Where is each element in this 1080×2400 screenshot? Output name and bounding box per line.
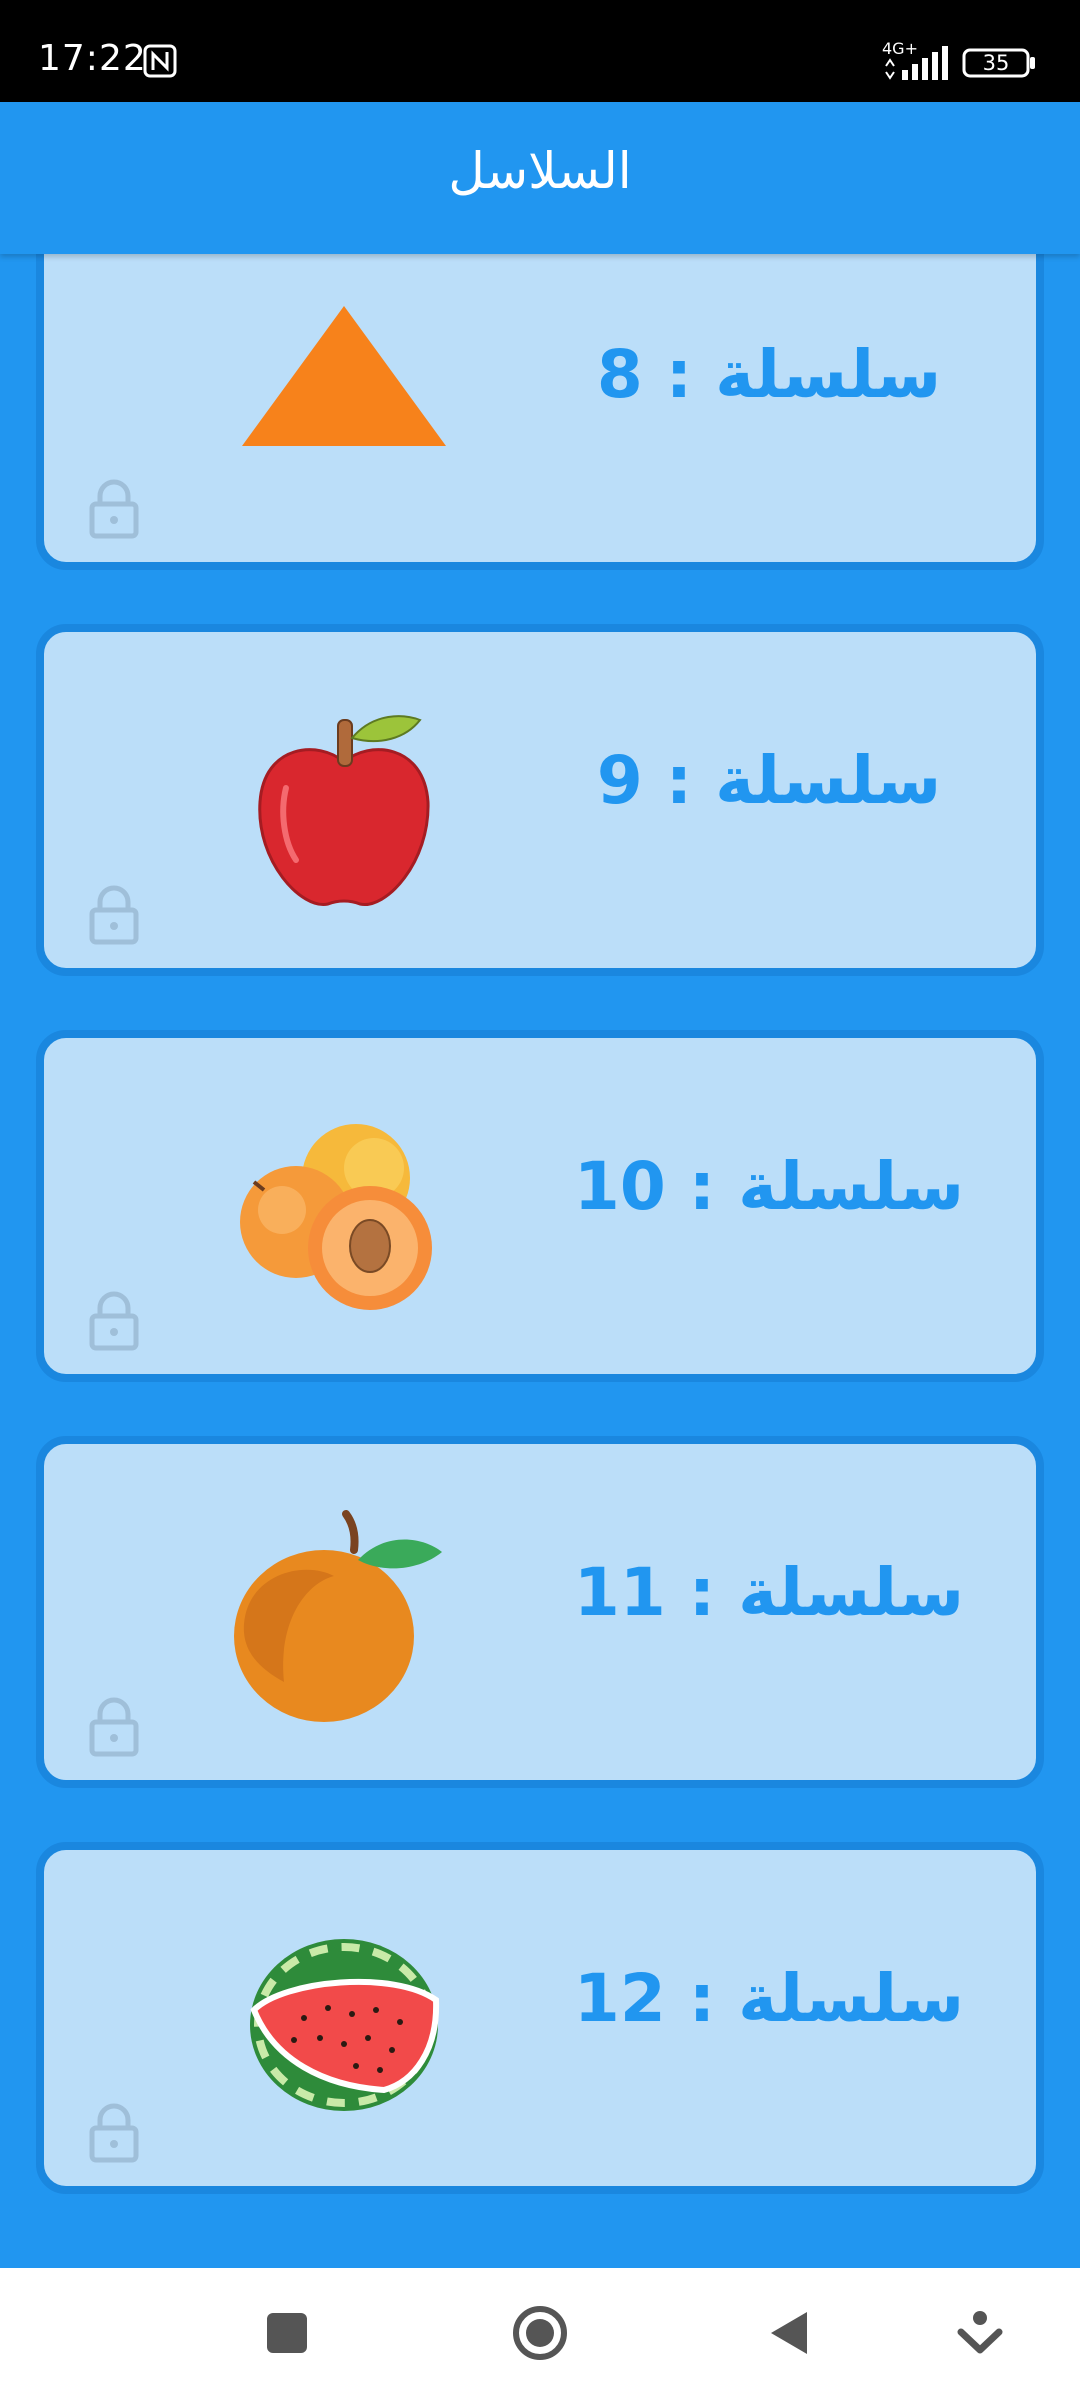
triangle-image (242, 306, 446, 446)
lock-icon (89, 1291, 139, 1351)
nfc-icon (143, 44, 177, 78)
series-label: سلسلة : 10 (573, 1148, 965, 1225)
app-bar: السلاسل (0, 102, 1080, 254)
status-bar: 17:22 4G+ 35 (0, 0, 1080, 102)
series-label: سلسلة : 11 (573, 1554, 965, 1631)
watermelon-image (250, 1939, 440, 2111)
lock-icon (89, 885, 139, 945)
series-label: سلسلة : 9 (596, 742, 942, 819)
home-circle-icon[interactable] (505, 2298, 575, 2368)
series-label: سلسلة : 12 (573, 1960, 965, 2037)
signal-icon: 4G+ (882, 39, 948, 80)
status-time: 17:22 (38, 38, 147, 79)
series-card-8[interactable]: سلسلة : 8 (36, 254, 1044, 570)
network-type: 4G+ (882, 39, 918, 58)
navigation-bar (0, 2268, 1080, 2400)
lock-icon (89, 2103, 139, 2163)
assistant-icon[interactable] (945, 2298, 1015, 2368)
lock-icon (89, 479, 139, 539)
battery-level: 35 (982, 51, 1010, 75)
series-card-12[interactable]: سلسلة : 12 (36, 1842, 1044, 2194)
lock-icon (89, 1697, 139, 1757)
series-label: سلسلة : 8 (596, 336, 942, 413)
orange-image (234, 1510, 442, 1722)
series-card-9[interactable]: سلسلة : 9 (36, 624, 1044, 976)
series-list[interactable]: سلسلة : 8 سلسلة : 9 سلسلة : 10 سلسلة: 1… (0, 254, 1080, 2268)
apple-image (258, 715, 430, 906)
series-card-10[interactable]: سلسلة : 10 (36, 1030, 1044, 1382)
recents-square-icon[interactable] (252, 2298, 322, 2368)
back-triangle-icon[interactable] (755, 2298, 825, 2368)
series-card-11[interactable]: سلسلة : 11 (36, 1436, 1044, 1788)
page-title: السلاسل (448, 142, 632, 200)
apricots-image (240, 1124, 432, 1310)
